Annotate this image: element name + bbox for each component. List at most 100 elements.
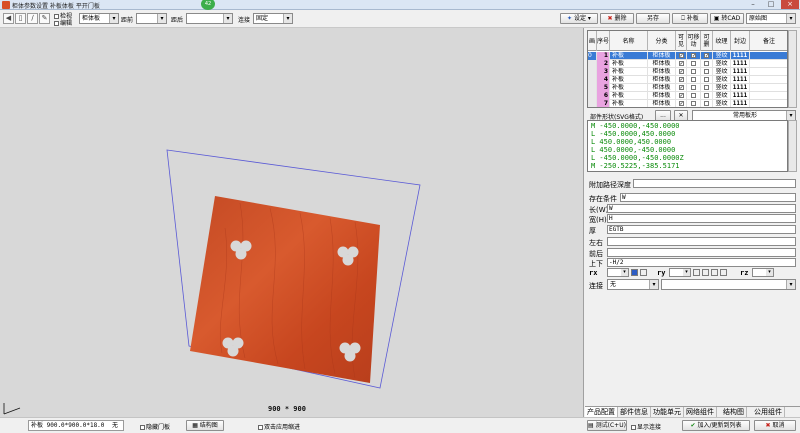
row-visible-checkbox[interactable]: ✓ — [676, 100, 687, 107]
ry-button-2[interactable] — [702, 269, 709, 276]
row-movable-checkbox[interactable] — [687, 92, 701, 100]
parts-table[interactable]: 画 序号 名称 分类 可见 可移动 可删 纹理 封边 备注 0 1 补板 柜体板 ✓ ✓ ✓… — [587, 30, 788, 108]
show-connect-checkbox[interactable]: 显示连接 — [631, 422, 661, 431]
save-as-button[interactable]: 另存 — [636, 13, 670, 24]
hide-door-checkbox[interactable]: 隐藏门板 — [140, 422, 170, 431]
row-deletable-checkbox[interactable] — [701, 92, 713, 100]
row-visible-checkbox[interactable]: ✓ — [676, 84, 687, 92]
row-name: 补板 — [610, 76, 648, 84]
prop-connect-extra-select[interactable] — [661, 279, 796, 290]
status-bar: 补板 900.0*900.0*18.0 无 隐藏门板 ▦ 结构图 双击应用缩进 … — [0, 417, 800, 433]
row-deletable-checkbox[interactable]: ✓ — [701, 52, 713, 60]
checkbox-box — [704, 85, 709, 90]
row-movable-checkbox[interactable] — [687, 84, 701, 92]
table-row[interactable]: 2 补板 柜体板 ✓ 竖纹 1111 — [588, 60, 787, 68]
row-grain: 竖纹 — [713, 84, 731, 92]
rx-grid-button[interactable] — [640, 269, 647, 276]
front-label: 距前 — [121, 17, 134, 24]
rz-select[interactable] — [752, 268, 774, 277]
cancel-button[interactable]: ✖ 取消 — [754, 420, 796, 431]
row-category: 柜体板 — [648, 92, 676, 100]
checkbox-box: ✓ — [678, 61, 684, 67]
door-icon[interactable]: ▯ — [15, 13, 26, 24]
table-row[interactable]: 4 补板 柜体板 ✓ 竖纹 1111 — [588, 76, 787, 84]
rx-select[interactable] — [607, 268, 629, 277]
delete-label: 删除 — [614, 15, 627, 22]
ud-input[interactable]: -H/2 — [607, 258, 796, 267]
fb-input[interactable] — [607, 248, 796, 257]
row-movable-checkbox[interactable] — [687, 100, 701, 107]
row-visible-checkbox[interactable]: ✓ — [676, 52, 687, 60]
row-visible-checkbox[interactable]: ✓ — [676, 68, 687, 76]
row-visible-checkbox[interactable]: ✓ — [676, 60, 687, 68]
ry-select[interactable] — [669, 268, 691, 277]
thickness-input[interactable]: EGTB — [607, 225, 796, 234]
row-deletable-checkbox[interactable] — [701, 84, 713, 92]
length-input[interactable]: W — [607, 204, 796, 213]
settings-label: 设定 — [574, 15, 587, 22]
row-grain: 竖纹 — [713, 60, 731, 68]
table-row[interactable]: 6 补板 柜体板 ✓ 竖纹 1111 — [588, 92, 787, 100]
svg-code-editor[interactable]: M -450.0000,-450.0000 L -450.0000,450.00… — [587, 120, 788, 172]
row-mark: 0 — [588, 52, 597, 60]
row-movable-checkbox[interactable] — [687, 68, 701, 76]
table-scrollbar[interactable] — [788, 30, 797, 108]
condition-input[interactable]: W — [620, 193, 796, 202]
back-icon[interactable]: ◀ — [3, 13, 14, 24]
row-deletable-checkbox[interactable] — [701, 60, 713, 68]
test-button[interactable]: ▤ 测试(C+U) — [587, 420, 627, 431]
table-row[interactable]: 3 补板 柜体板 ✓ 竖纹 1111 — [588, 68, 787, 76]
front-distance-select[interactable] — [136, 13, 167, 24]
category-select[interactable]: 柜体板 — [79, 13, 119, 24]
row-number: 5 — [597, 84, 610, 92]
add-update-button[interactable]: ✔ 加入/更新到列表 — [682, 420, 750, 431]
ry-button-1[interactable] — [693, 269, 700, 276]
maximize-button[interactable]: □ — [762, 0, 780, 9]
connect-select[interactable]: 固定 — [253, 13, 293, 24]
row-deletable-checkbox[interactable] — [701, 100, 713, 107]
patch-button[interactable]: ⎕ 补板 — [672, 13, 708, 24]
ry-button-3[interactable] — [711, 269, 718, 276]
3d-viewport[interactable]: 900 * 900 — [0, 28, 584, 417]
minimize-button[interactable]: – — [744, 0, 762, 9]
row-deletable-checkbox[interactable] — [701, 68, 713, 76]
table-row[interactable]: 7 补板 柜体板 ✓ 竖纹 1111 — [588, 100, 787, 107]
checkbox-box: ✓ — [704, 53, 710, 59]
row-deletable-checkbox[interactable] — [701, 76, 713, 84]
structure-button[interactable]: ▦ 结构图 — [186, 420, 224, 431]
row-number: 6 — [597, 92, 610, 100]
table-row[interactable]: 5 补板 柜体板 ✓ 竖纹 1111 — [588, 84, 787, 92]
extra-depth-label: 附加路径深度 — [589, 181, 631, 189]
lr-input[interactable] — [607, 237, 796, 246]
lr-label: 左右 — [589, 239, 603, 247]
delete-button[interactable]: ✖ 删除 — [600, 13, 634, 24]
code-scrollbar[interactable] — [788, 120, 797, 172]
view-select[interactable]: 原始图 — [746, 13, 796, 24]
row-movable-checkbox[interactable] — [687, 76, 701, 84]
test-label: 测试(C+U) — [595, 422, 626, 429]
row-movable-checkbox[interactable]: ✓ — [687, 52, 701, 60]
table-row[interactable]: 0 1 补板 柜体板 ✓ ✓ ✓ 竖纹 1111 — [588, 52, 787, 60]
double-click-checkbox[interactable]: 双击应用缩进 — [258, 422, 300, 431]
rx-label: rx — [589, 269, 598, 277]
row-movable-checkbox[interactable] — [687, 60, 701, 68]
row-name: 补板 — [610, 84, 648, 92]
settings-button[interactable]: ✦ 设定 ▾ — [560, 13, 598, 24]
row-visible-checkbox[interactable]: ✓ — [676, 92, 687, 100]
pencil-icon[interactable]: ✎ — [39, 13, 50, 24]
extra-depth-input[interactable] — [633, 179, 796, 188]
prop-connect-select[interactable]: 无 — [607, 279, 659, 290]
close-button[interactable]: × — [781, 0, 799, 9]
rx-blue-button[interactable] — [631, 269, 638, 276]
brush-icon[interactable]: ∕ — [27, 13, 38, 24]
to-cad-button[interactable]: ▣ 转CAD — [710, 13, 744, 24]
row-visible-checkbox[interactable]: ✓ — [676, 76, 687, 84]
rz-label: rz — [740, 269, 749, 277]
ry-button-4[interactable] — [720, 269, 727, 276]
row-category: 柜体板 — [648, 100, 676, 107]
check-edit[interactable]: 编辑 — [54, 18, 72, 27]
row-category: 柜体板 — [648, 52, 676, 60]
dimension-label: 900 * 900 — [268, 405, 306, 413]
width-input[interactable]: H — [607, 214, 796, 223]
back-distance-select[interactable] — [186, 13, 233, 24]
